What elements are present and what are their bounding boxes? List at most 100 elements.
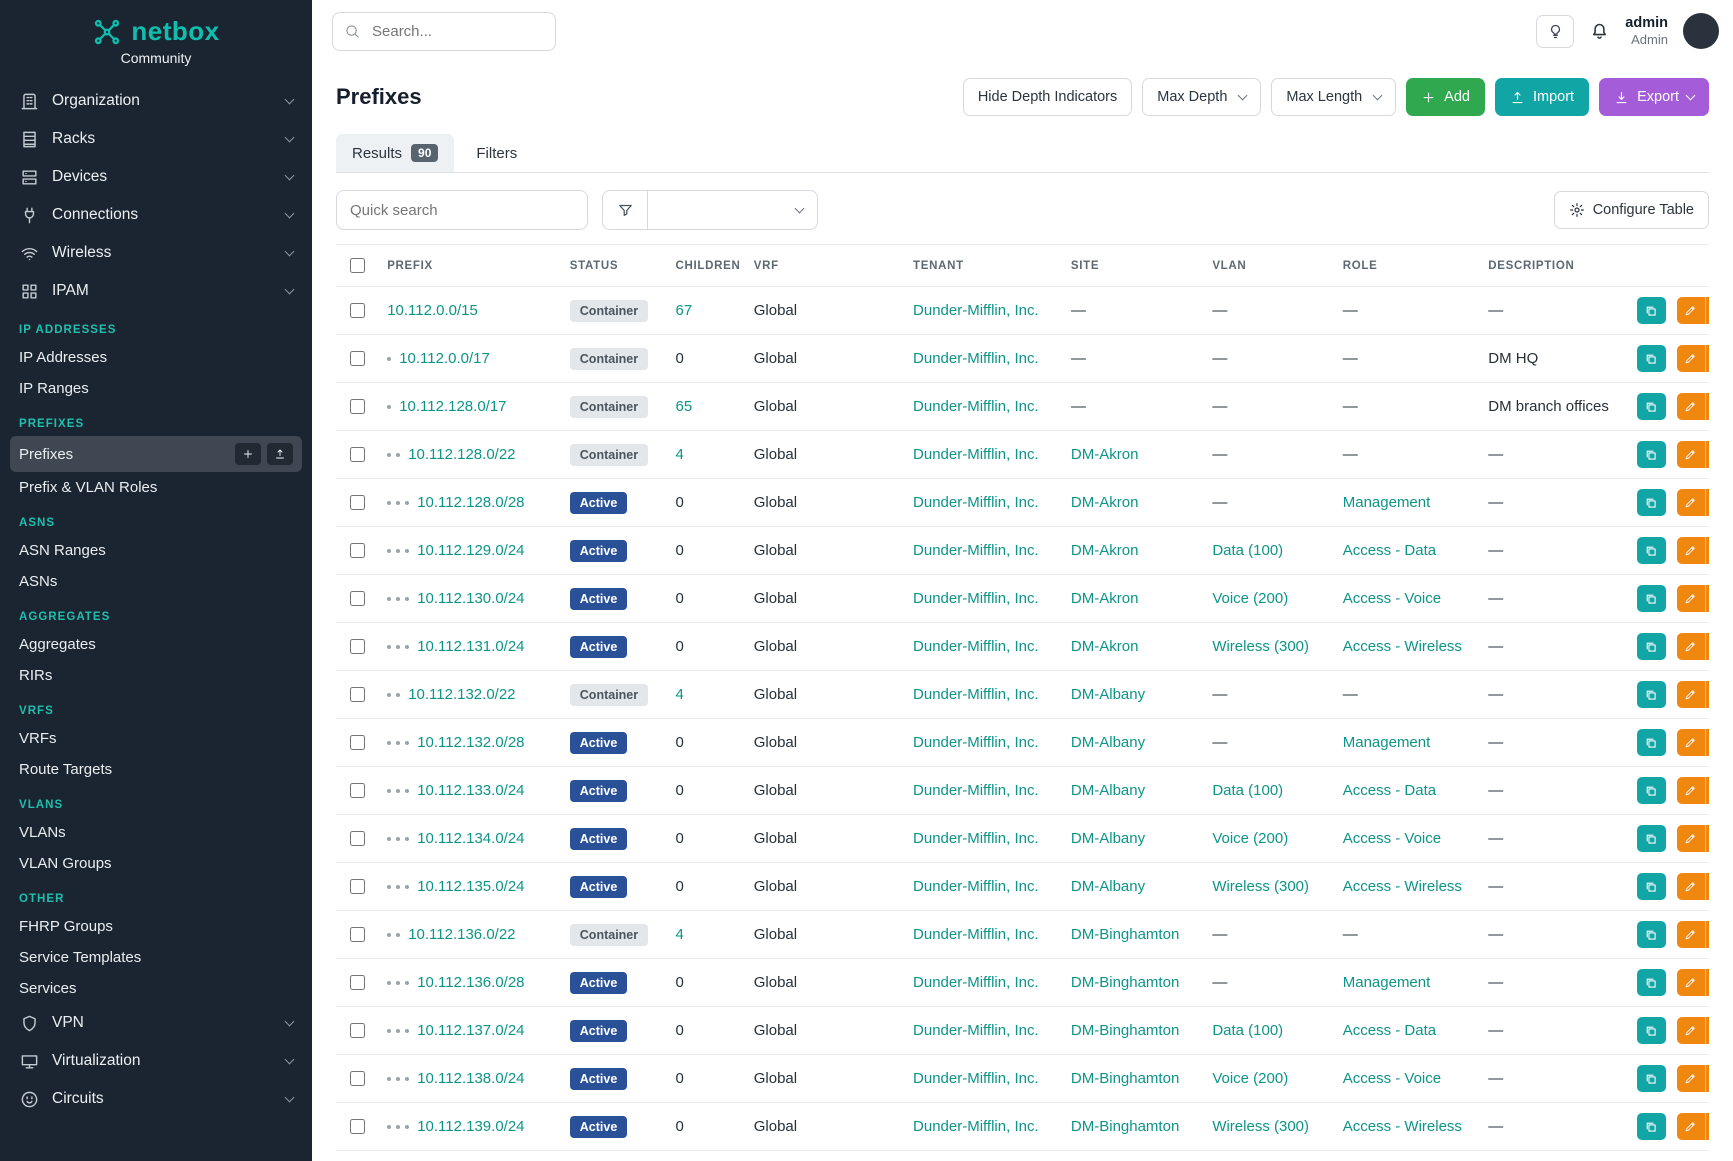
copy-button[interactable] — [1637, 1017, 1666, 1044]
row-checkbox[interactable] — [350, 495, 365, 510]
theme-toggle-button[interactable] — [1536, 15, 1574, 48]
edit-button[interactable] — [1677, 873, 1705, 900]
sidebar-item-prefixes[interactable]: Prefixes — [10, 436, 302, 472]
sidebar-item-connections[interactable]: Connections — [10, 196, 302, 234]
filter-button[interactable] — [602, 190, 648, 230]
copy-button[interactable] — [1637, 729, 1666, 756]
tab-filters[interactable]: Filters — [460, 134, 533, 172]
column-header-role[interactable]: ROLE — [1333, 245, 1479, 287]
edit-dropdown-button[interactable] — [1705, 537, 1709, 564]
column-header-prefix[interactable]: PREFIX — [377, 245, 560, 287]
prefix-link[interactable]: 10.112.128.0/22 — [408, 446, 515, 463]
edit-button[interactable] — [1677, 585, 1705, 612]
sidebar-item-ip-ranges[interactable]: IP Ranges — [10, 373, 302, 404]
prefix-link[interactable]: 10.112.129.0/24 — [417, 542, 524, 559]
row-checkbox[interactable] — [350, 879, 365, 894]
sidebar-item-circuits[interactable]: Circuits — [10, 1080, 302, 1118]
prefix-link[interactable]: 10.112.0.0/15 — [387, 302, 478, 319]
column-header-children[interactable]: CHILDREN — [666, 245, 744, 287]
copy-button[interactable] — [1637, 1065, 1666, 1092]
sidebar-item-vlan-groups[interactable]: VLAN Groups — [10, 848, 302, 879]
sidebar-item-ip-addresses[interactable]: IP Addresses — [10, 342, 302, 373]
edit-dropdown-button[interactable] — [1705, 489, 1709, 516]
copy-button[interactable] — [1637, 1113, 1666, 1140]
edit-dropdown-button[interactable] — [1705, 393, 1709, 420]
edit-dropdown-button[interactable] — [1705, 777, 1709, 804]
edit-dropdown-button[interactable] — [1705, 921, 1709, 948]
row-checkbox[interactable] — [350, 1071, 365, 1086]
prefix-link[interactable]: 10.112.130.0/24 — [417, 590, 524, 607]
copy-button[interactable] — [1637, 825, 1666, 852]
max-depth-dropdown[interactable]: Max Depth — [1142, 78, 1261, 116]
edit-button[interactable] — [1677, 489, 1705, 516]
sidebar-item-route-targets[interactable]: Route Targets — [10, 754, 302, 785]
row-checkbox[interactable] — [350, 351, 365, 366]
row-checkbox[interactable] — [350, 831, 365, 846]
prefix-link[interactable]: 10.112.128.0/17 — [399, 398, 506, 415]
row-checkbox[interactable] — [350, 399, 365, 414]
sidebar-item-rirs[interactable]: RIRs — [10, 660, 302, 691]
copy-button[interactable] — [1637, 969, 1666, 996]
edit-button[interactable] — [1677, 681, 1705, 708]
prefix-link[interactable]: 10.112.136.0/22 — [408, 926, 515, 943]
select-all-checkbox[interactable] — [350, 258, 365, 273]
edit-button[interactable] — [1677, 921, 1705, 948]
row-checkbox[interactable] — [350, 447, 365, 462]
sidebar-add-button[interactable] — [235, 443, 261, 465]
edit-button[interactable] — [1677, 825, 1705, 852]
edit-button[interactable] — [1677, 777, 1705, 804]
copy-button[interactable] — [1637, 393, 1666, 420]
copy-button[interactable] — [1637, 537, 1666, 564]
copy-button[interactable] — [1637, 633, 1666, 660]
edit-button[interactable] — [1677, 537, 1705, 564]
edit-dropdown-button[interactable] — [1705, 633, 1709, 660]
prefix-link[interactable]: 10.112.134.0/24 — [417, 830, 524, 847]
edit-button[interactable] — [1677, 1017, 1705, 1044]
import-button[interactable]: Import — [1495, 78, 1589, 116]
prefix-link[interactable]: 10.112.136.0/28 — [417, 974, 524, 991]
sidebar-item-wireless[interactable]: Wireless — [10, 234, 302, 272]
copy-button[interactable] — [1637, 681, 1666, 708]
sidebar-item-service-templates[interactable]: Service Templates — [10, 942, 302, 973]
brand-name[interactable]: netbox — [131, 16, 219, 47]
copy-button[interactable] — [1637, 585, 1666, 612]
row-checkbox[interactable] — [350, 783, 365, 798]
copy-button[interactable] — [1637, 297, 1666, 324]
row-checkbox[interactable] — [350, 975, 365, 990]
copy-button[interactable] — [1637, 873, 1666, 900]
edit-dropdown-button[interactable] — [1705, 1017, 1709, 1044]
edit-dropdown-button[interactable] — [1705, 441, 1709, 468]
column-header-vlan[interactable]: VLAN — [1202, 245, 1332, 287]
sidebar-import-button[interactable] — [267, 443, 293, 465]
edit-button[interactable] — [1677, 441, 1705, 468]
sidebar-item-vrfs[interactable]: VRFs — [10, 723, 302, 754]
copy-button[interactable] — [1637, 921, 1666, 948]
edit-dropdown-button[interactable] — [1705, 969, 1709, 996]
tab-results[interactable]: Results 90 — [336, 134, 454, 172]
sidebar-item-vlans[interactable]: VLANs — [10, 817, 302, 848]
copy-button[interactable] — [1637, 345, 1666, 372]
edit-dropdown-button[interactable] — [1705, 297, 1709, 324]
export-button[interactable]: Export — [1599, 78, 1709, 116]
sidebar-item-devices[interactable]: Devices — [10, 158, 302, 196]
hide-depth-indicators-button[interactable]: Hide Depth Indicators — [963, 78, 1132, 116]
edit-button[interactable] — [1677, 1113, 1705, 1140]
edit-button[interactable] — [1677, 393, 1705, 420]
sidebar-item-organization[interactable]: Organization — [10, 82, 302, 120]
edit-button[interactable] — [1677, 345, 1705, 372]
sidebar-item-asn-ranges[interactable]: ASN Ranges — [10, 535, 302, 566]
notifications-button[interactable] — [1589, 21, 1610, 42]
row-checkbox[interactable] — [350, 303, 365, 318]
search-input[interactable] — [370, 22, 543, 41]
sidebar-item-virtualization[interactable]: Virtualization — [10, 1042, 302, 1080]
edit-button[interactable] — [1677, 729, 1705, 756]
edit-dropdown-button[interactable] — [1705, 585, 1709, 612]
quick-search-input[interactable] — [336, 190, 588, 230]
row-checkbox[interactable] — [350, 1119, 365, 1134]
prefix-link[interactable]: 10.112.133.0/24 — [417, 782, 524, 799]
edit-button[interactable] — [1677, 633, 1705, 660]
prefix-link[interactable]: 10.112.137.0/24 — [417, 1022, 524, 1039]
sidebar-item-ipam[interactable]: IPAM — [10, 272, 302, 310]
prefix-link[interactable]: 10.112.132.0/28 — [417, 734, 524, 751]
edit-dropdown-button[interactable] — [1705, 1113, 1709, 1140]
